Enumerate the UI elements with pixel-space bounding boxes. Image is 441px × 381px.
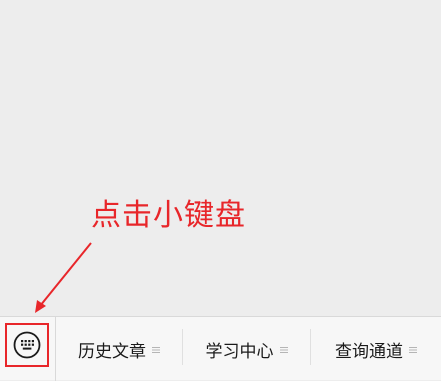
menu-item-query-channel[interactable]: 查询通道 (311, 317, 441, 381)
menu-item-label: 学习中心 (205, 341, 274, 362)
annotation-label: 点击小键盘 (91, 198, 246, 233)
menu-item-learning-center[interactable]: 学习中心 (183, 317, 310, 381)
menu-item-label: 历史文章 (78, 341, 146, 362)
menu-lines-icon (409, 347, 417, 353)
keyboard-toggle-button[interactable] (5, 323, 49, 367)
menu-item-history[interactable]: 历史文章 (56, 317, 182, 381)
bottom-menu-bar: 历史文章 学习中心 查询通道 (0, 316, 441, 381)
chat-area (0, 0, 441, 316)
keyboard-icon (13, 331, 41, 359)
menu-lines-icon (279, 347, 288, 353)
menu-item-label: 查询通道 (335, 341, 403, 362)
menu-lines-icon (152, 347, 160, 353)
